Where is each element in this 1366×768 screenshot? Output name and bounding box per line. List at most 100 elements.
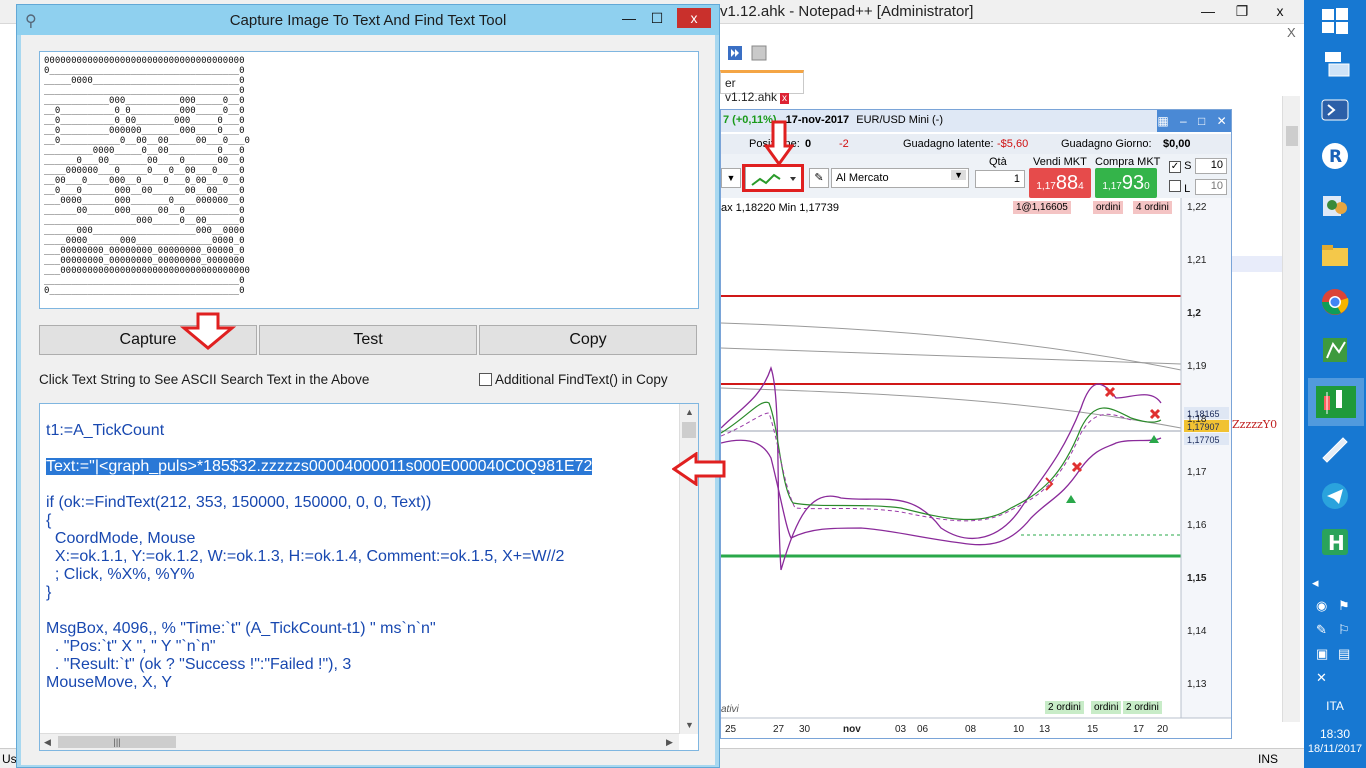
scroll-left-icon[interactable]: ◀ (44, 737, 51, 748)
sell-price: 88 (1055, 172, 1079, 194)
bottom-badge-3[interactable]: 2 ordini (1123, 701, 1162, 714)
tray-telegram-icon[interactable]: ◉ (1316, 598, 1327, 614)
trading-chart-window: 7 (+0,11%) 17-nov-2017 EUR/USD Mini (-) … (720, 109, 1232, 739)
qty-input[interactable]: 1 (975, 170, 1025, 188)
order-badge-4[interactable]: 4 ordini (1133, 201, 1172, 214)
checkbox-square[interactable] (479, 373, 492, 386)
chart-window-controls[interactable]: ▦ – □ ✕ (1157, 110, 1231, 132)
code-line[interactable] (46, 476, 674, 494)
code-line[interactable]: MsgBox, 4096,, % "Time:`t" (A_TickCount-… (46, 620, 674, 638)
tool-minimize-button[interactable]: — (615, 8, 643, 28)
tool-maximize-button[interactable]: ☐ (643, 8, 671, 28)
code-text[interactable]: t1:=A_TickCount Text:="|<graph_puls>*185… (46, 422, 674, 734)
h-app-icon[interactable]: H (1317, 526, 1353, 560)
bottom-badge-1[interactable]: 2 ordini (1045, 701, 1084, 714)
editor-icon[interactable] (1317, 334, 1353, 368)
code-line[interactable] (46, 440, 674, 458)
tray-flag2-icon[interactable]: ⚐ (1338, 622, 1350, 638)
notepad-tab-close-icon[interactable]: x (780, 93, 790, 104)
file-explorer-icon[interactable] (1317, 240, 1353, 274)
s-checkbox[interactable]: ✓ S (1169, 160, 1191, 173)
code-line[interactable]: . "Pos:`t" X ", " Y "`n`n" (46, 638, 674, 656)
order-type-select[interactable]: Al Mercato ▼ (831, 168, 969, 188)
code-line[interactable]: . "Result:`t" (ok ? "Success !":"Failed … (46, 656, 674, 674)
code-line[interactable]: ; Click, %X%, %Y% (46, 566, 674, 584)
order-badge-orders[interactable]: ordini (1093, 201, 1124, 214)
ascii-preview[interactable]: 0000000000000000000000000000000000000 0__… (39, 51, 699, 309)
scroll-down-icon[interactable]: ▼ (685, 720, 694, 730)
statusbar-ins: INS (1258, 752, 1279, 766)
notes-icon[interactable] (1317, 434, 1353, 468)
telegram-icon[interactable] (1317, 480, 1353, 514)
code-line[interactable] (46, 602, 674, 620)
tray-wrench-icon[interactable]: ✎ (1316, 622, 1327, 638)
capture-arrow-annotation (180, 312, 236, 350)
code-line[interactable]: CoordMode, Mouse (46, 530, 674, 548)
ascii-line: ______000___________________000__0000 (44, 226, 245, 236)
position-value: 0 (805, 138, 812, 150)
notepad-close-button[interactable]: x (1262, 0, 1298, 22)
tool-close-button[interactable]: x (677, 8, 711, 28)
text-line-arrow-annotation (672, 452, 726, 486)
users-icon[interactable] (1317, 190, 1353, 224)
notepad-scroll-thumb[interactable] (1286, 126, 1298, 146)
scroll-up-icon[interactable]: ▲ (685, 407, 694, 417)
buy-market-button[interactable]: 1,17930 (1095, 168, 1157, 198)
tray-date[interactable]: 18/11/2017 (1304, 743, 1366, 755)
code-line[interactable]: } (46, 584, 674, 602)
x-tick-label: 27 (773, 724, 785, 735)
position-value-2: -2 (839, 138, 849, 150)
code-editor[interactable]: t1:=A_TickCount Text:="|<graph_puls>*185… (39, 403, 699, 751)
toolbar-macro-icons[interactable] (720, 40, 780, 66)
notepad-toolbar (720, 40, 780, 66)
code-horizontal-thumb[interactable]: ||| (58, 736, 176, 748)
chart-dropdown-icon[interactable]: ▼ (721, 168, 741, 188)
bottom-badge-2[interactable]: ordini (1091, 701, 1122, 714)
server-manager-icon[interactable] (1317, 48, 1353, 82)
y-tick-label: 1,17 (1187, 467, 1207, 478)
notepad-maximize-button[interactable]: ❐ (1224, 0, 1260, 22)
code-line[interactable]: X:=ok.1.1, Y:=ok.1.2, W:=ok.1.3, H:=ok.1… (46, 548, 674, 566)
notepad-vertical-scrollbar[interactable] (1282, 96, 1300, 722)
tray-network-icon[interactable]: ▤ (1338, 646, 1350, 662)
tray-volume-icon[interactable]: ✕ (1316, 670, 1327, 686)
windows-start-icon[interactable] (1317, 4, 1353, 38)
trading-app-active[interactable] (1308, 378, 1364, 426)
ascii-line: ___00000000000000000000000000000000000 (44, 266, 250, 276)
test-button[interactable]: Test (259, 325, 477, 355)
code-line[interactable]: t1:=A_TickCount (46, 422, 674, 440)
notepad-doc-close-icon[interactable]: X (1287, 25, 1296, 40)
l-input[interactable]: 10 (1195, 179, 1227, 195)
code-vertical-thumb[interactable] (682, 422, 696, 438)
chrome-icon[interactable] (1317, 286, 1353, 320)
tray-expand-icon[interactable]: ◂ (1312, 575, 1319, 591)
powershell-icon[interactable] (1317, 94, 1353, 128)
order-badge-price[interactable]: 1@1,16605 (1013, 201, 1071, 214)
day-gain-value: $0,00 (1163, 138, 1191, 150)
r-icon[interactable]: R (1317, 140, 1353, 174)
notepad-minimize-button[interactable]: — (1190, 0, 1226, 22)
scroll-right-icon[interactable]: ▶ (666, 737, 673, 748)
price-level-label: 1,17705 (1187, 435, 1220, 445)
price-chart[interactable]: 1,22 1,21 1,2 1,19 1,18 1,17 1,16 1,15 1,14 1,13 … (721, 198, 1231, 738)
tray-app-icon[interactable]: ▣ (1316, 646, 1328, 662)
code-line[interactable]: MouseMove, X, Y (46, 674, 674, 692)
notepad-title: v1.12.ahk - Notepad++ [Administrator] (720, 3, 974, 20)
notepad-tab[interactable]: er v1.12.ahk x (720, 70, 804, 104)
tray-language[interactable]: ITA (1304, 699, 1366, 713)
x-tick-label: 25 (725, 724, 737, 735)
x-tick-label: 06 (917, 724, 929, 735)
code-line[interactable]: if (ok:=FindText(212, 353, 150000, 15000… (46, 494, 674, 512)
tray-flag-icon[interactable]: ⚑ (1338, 598, 1350, 614)
wrench-icon[interactable]: ✎ (809, 168, 829, 188)
s-input[interactable]: 10 (1195, 158, 1227, 174)
code-horizontal-scrollbar[interactable]: ◀ ||| ▶ (40, 733, 679, 750)
tray-time[interactable]: 18:30 (1304, 727, 1366, 741)
code-line[interactable]: Text:="|<graph_puls>*185$32.zzzzzs000040… (46, 458, 674, 476)
sell-market-button[interactable]: 1,17884 (1029, 168, 1091, 198)
l-checkbox[interactable]: L (1169, 180, 1190, 195)
y-tick-label: 1,15 (1187, 573, 1207, 584)
additional-findtext-checkbox[interactable]: Additional FindText() in Copy (479, 372, 668, 387)
code-line[interactable]: { (46, 512, 674, 530)
copy-button[interactable]: Copy (479, 325, 697, 355)
